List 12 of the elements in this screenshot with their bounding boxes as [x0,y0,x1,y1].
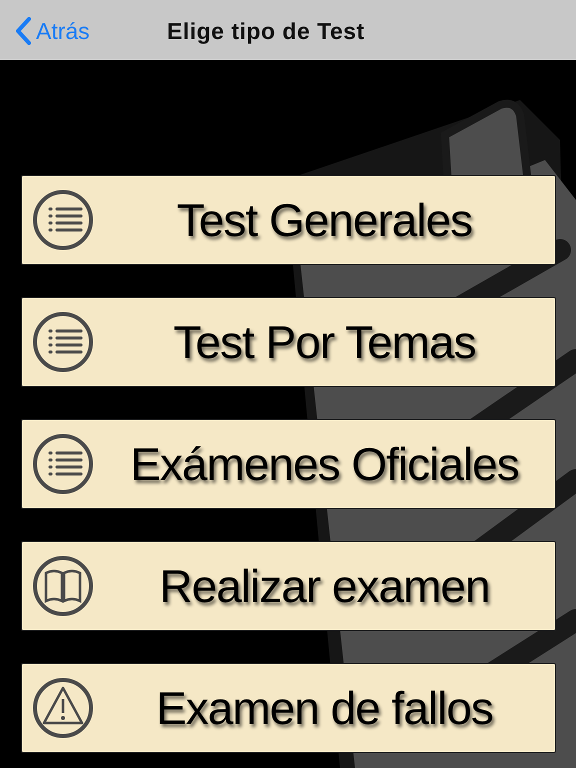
menu-option-button[interactable]: Test Generales [21,175,556,265]
warning-icon [32,677,94,739]
menu-option-button[interactable]: Examen de fallos [21,663,556,753]
back-chevron-icon [14,16,32,46]
menu-option-button[interactable]: Realizar examen [21,541,556,631]
list-icon [32,311,94,373]
menu-option-button[interactable]: Test Por Temas [21,297,556,387]
list-icon [32,189,94,251]
menu-option-button[interactable]: Exámenes Oficiales [21,419,556,509]
screen-title: Elige tipo de Test [167,17,365,46]
list-icon [32,433,94,495]
book-icon [32,555,94,617]
